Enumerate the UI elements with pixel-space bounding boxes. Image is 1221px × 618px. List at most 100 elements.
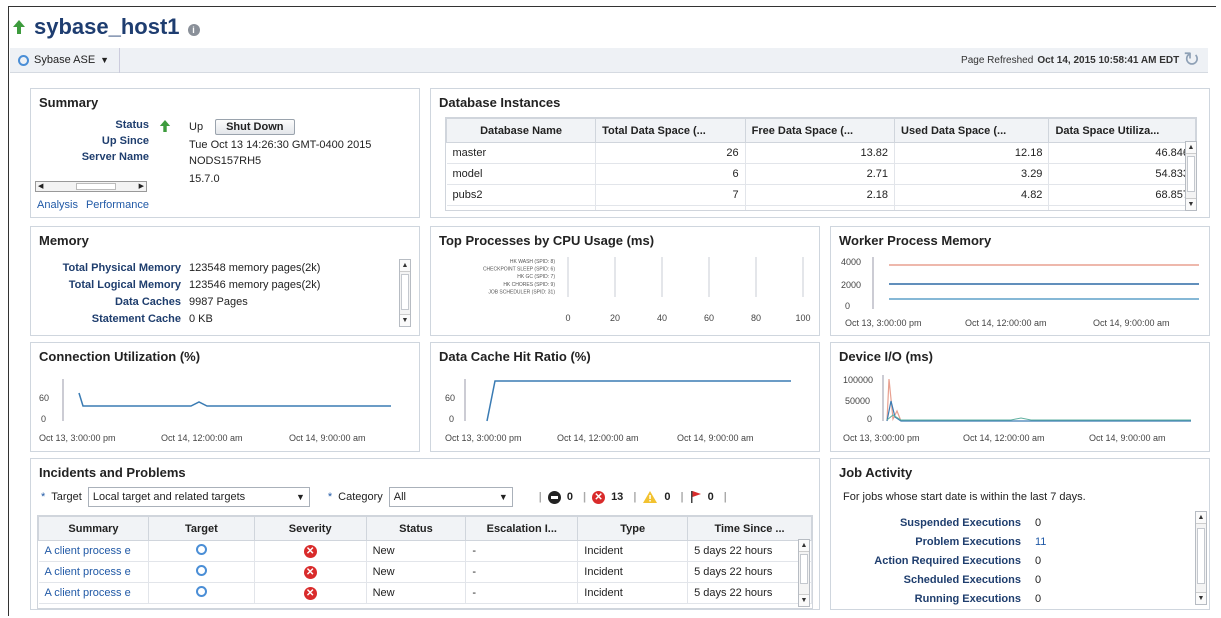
column-header[interactable]: Type xyxy=(577,516,689,541)
column-header[interactable]: Used Data Space (... xyxy=(894,118,1050,143)
column-header[interactable]: Escalation I... xyxy=(465,516,579,541)
refresh-label: Page Refreshed xyxy=(961,54,1034,66)
table-row[interactable]: master 26 13.82 12.18 46.846 xyxy=(446,142,1196,164)
target-cell xyxy=(148,540,255,562)
table-row[interactable]: pubs2 7 2.18 4.82 68.857 xyxy=(446,184,1196,206)
shutdown-button[interactable]: Shut Down xyxy=(215,119,295,135)
column-header[interactable]: Summary xyxy=(38,516,149,541)
job-activity-scrollbar[interactable]: ▲ ▼ xyxy=(1195,511,1207,605)
scroll-thumb[interactable] xyxy=(1197,528,1205,584)
table-cell: 4.82 xyxy=(894,184,1050,206)
version-value: 15.7.0 xyxy=(189,173,220,185)
analysis-link[interactable]: Analysis xyxy=(37,199,78,211)
warning-count[interactable]: 0 xyxy=(664,491,670,503)
table-cell: 2.71 xyxy=(745,163,896,185)
table-row[interactable]: A client process e ✕ New - Incident 5 days 22… xyxy=(38,540,812,562)
target-type-label: Sybase ASE xyxy=(34,54,96,66)
table-cell: model xyxy=(446,163,597,185)
scroll-down-icon[interactable]: ▼ xyxy=(1186,198,1196,210)
target-cell xyxy=(148,561,255,583)
fatal-icon xyxy=(547,490,561,504)
database-table-scrollbar[interactable]: ▲ ▼ xyxy=(1185,141,1197,211)
server-name-value: NODS157RH5 xyxy=(189,155,262,167)
scroll-up-icon[interactable]: ▲ xyxy=(799,540,809,552)
memory-label: Data Caches xyxy=(114,295,181,308)
target-type-menu[interactable]: Sybase ASE ▼ xyxy=(18,47,121,73)
incidents-scrollbar[interactable]: ▲ ▼ xyxy=(798,539,810,607)
incidents-panel: Incidents and Problems * Target Local ta… xyxy=(30,458,820,610)
job-activity-value: 0 xyxy=(1035,573,1042,586)
series-line xyxy=(78,392,391,407)
memory-label: Total Physical Memory xyxy=(62,261,181,274)
target-cell xyxy=(148,582,255,604)
job-activity-title: Job Activity xyxy=(839,465,913,480)
job-activity-value[interactable]: 11 xyxy=(1035,536,1046,548)
horizontal-scrollbar[interactable]: ◀ ▶ xyxy=(35,181,147,192)
x-tick-label: Oct 14, 12:00:00 am xyxy=(963,433,1045,443)
scroll-down-icon[interactable]: ▼ xyxy=(1196,592,1206,604)
x-tick-label: 20 xyxy=(610,313,620,323)
process-label: CHECKPOINT SLEEP (SPID: 6) xyxy=(483,267,555,273)
table-row[interactable]: model 6 2.71 3.29 54.833 xyxy=(446,163,1196,185)
scroll-up-icon[interactable]: ▲ xyxy=(1196,512,1206,524)
scroll-up-icon[interactable]: ▲ xyxy=(400,260,410,272)
data-cache-hit-panel: Data Cache Hit Ratio (%) 60 0 Oct 13, 3:… xyxy=(430,342,820,452)
table-row[interactable]: A client process e ✕ New - Incident 5 days 22… xyxy=(38,561,812,583)
column-header[interactable]: Severity xyxy=(253,516,367,541)
column-header[interactable]: Status xyxy=(365,516,467,541)
target-type-icon[interactable] xyxy=(195,586,207,597)
job-activity-row: Action Required Executions 0 xyxy=(831,551,1181,570)
memory-scrollbar[interactable]: ▲ ▼ xyxy=(399,259,411,327)
scroll-thumb[interactable] xyxy=(76,183,116,190)
incident-summary-link[interactable]: A client process e xyxy=(45,566,131,578)
column-header[interactable]: Total Data Space (... xyxy=(595,118,746,143)
scroll-thumb[interactable] xyxy=(800,554,808,584)
scroll-down-icon[interactable]: ▼ xyxy=(400,314,410,326)
table-cell xyxy=(1048,205,1196,210)
y-tick-label: 0 xyxy=(867,414,872,424)
fatal-count[interactable]: 0 xyxy=(567,491,573,503)
memory-label: Total Logical Memory xyxy=(68,278,181,291)
table-row[interactable]: A client process e ✕ New - Incident 5 days 22… xyxy=(38,582,812,604)
escalation-cell: - xyxy=(465,540,579,562)
memory-value: 0 KB xyxy=(189,312,213,325)
chevron-down-icon: ▼ xyxy=(498,492,508,502)
critical-count[interactable]: 13 xyxy=(611,491,623,503)
info-icon[interactable]: i xyxy=(187,24,200,36)
target-type-icon[interactable] xyxy=(195,565,207,576)
scroll-left-icon[interactable]: ◀ xyxy=(38,182,43,190)
scroll-thumb[interactable] xyxy=(401,274,409,310)
table-cell: 2.18 xyxy=(745,184,896,206)
table-cell xyxy=(595,205,746,210)
job-activity-description: For jobs whose start date is within the … xyxy=(843,491,1086,503)
column-header[interactable]: Time Since ... xyxy=(687,516,812,541)
target-type-icon[interactable] xyxy=(195,544,207,555)
scroll-right-icon[interactable]: ▶ xyxy=(139,182,144,190)
worker-memory-title: Worker Process Memory xyxy=(839,233,992,248)
scroll-thumb[interactable] xyxy=(1187,156,1195,192)
scroll-up-icon[interactable]: ▲ xyxy=(1186,142,1196,154)
category-filter-select[interactable]: All ▼ xyxy=(388,487,513,507)
incident-summary-link[interactable]: A client process e xyxy=(45,587,131,599)
device-io-chart: 100000 50000 0 Oct 13, 3:00:00 pm Oct 14… xyxy=(843,375,1191,443)
column-header[interactable]: Target xyxy=(147,516,255,541)
incident-summary-link[interactable]: A client process e xyxy=(45,545,131,557)
column-header[interactable]: Data Space Utiliza... xyxy=(1048,118,1196,143)
scroll-down-icon[interactable]: ▼ xyxy=(799,594,809,606)
column-header[interactable]: Free Data Space (... xyxy=(744,118,896,143)
database-instances-panel: Database Instances Database Name Total Da… xyxy=(430,88,1210,218)
data-cache-hit-title: Data Cache Hit Ratio (%) xyxy=(439,349,591,364)
job-activity-panel: Job Activity For jobs whose start date i… xyxy=(830,458,1210,610)
connection-utilization-chart: 60 0 Oct 13, 3:00:00 pm Oct 14, 12:00:00… xyxy=(39,379,391,443)
memory-value: 9987 Pages xyxy=(189,295,248,308)
incident-summary-cell: A client process e xyxy=(38,582,149,604)
target-type-icon xyxy=(18,54,29,66)
table-cell: 6 xyxy=(595,163,746,185)
performance-link[interactable]: Performance xyxy=(86,199,149,211)
refresh-icon[interactable]: ↻ xyxy=(1183,50,1200,70)
escalated-count[interactable]: 0 xyxy=(708,491,714,503)
memory-value: 123548 memory pages(2k) xyxy=(189,261,321,274)
target-filter-select[interactable]: Local target and related targets ▼ xyxy=(87,487,310,507)
column-header[interactable]: Database Name xyxy=(446,118,597,143)
table-cell: 26 xyxy=(595,142,746,164)
